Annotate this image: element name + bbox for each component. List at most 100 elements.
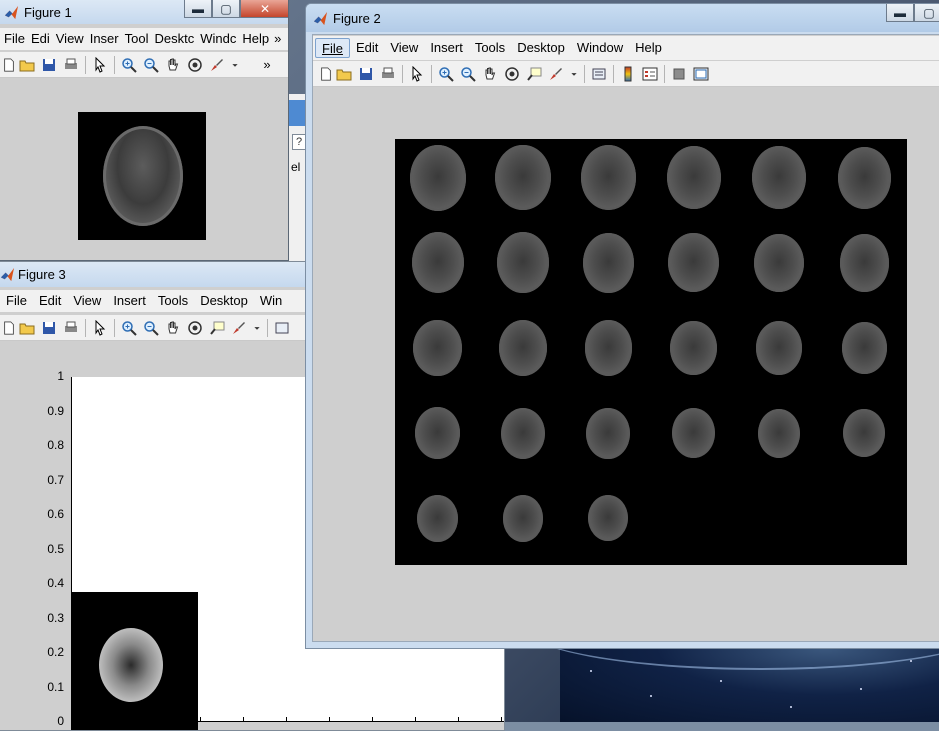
save-icon[interactable] [38,317,60,339]
link-plot-icon[interactable] [271,317,293,339]
matlab-logo-icon [313,11,328,26]
menu-window[interactable]: Win [254,291,288,311]
brush-icon[interactable] [206,54,228,76]
y-tick-label: 0.5 [47,541,64,556]
mri-slice [409,144,466,211]
menu-view[interactable]: View [384,38,424,58]
menu-insert[interactable]: Insert [424,38,469,58]
show-plot-tools-icon[interactable] [690,63,712,85]
menu-edit[interactable]: Edit [33,291,67,311]
pan-hand-icon[interactable] [162,54,184,76]
save-icon[interactable] [355,63,377,85]
menu-help[interactable]: Help [629,38,668,58]
y-tick-label: 0 [57,714,64,728]
hide-plot-tools-icon[interactable] [668,63,690,85]
menu-view[interactable]: View [53,29,87,49]
menu-tools[interactable]: Tool [122,29,152,49]
rotate-3d-icon[interactable] [184,317,206,339]
data-cursor-icon[interactable] [206,317,228,339]
menu-edit[interactable]: Edit [350,38,384,58]
rotate-3d-icon[interactable] [501,63,523,85]
zoom-in-icon[interactable] [118,54,140,76]
minimize-button[interactable]: ▬ [886,4,914,22]
open-file-icon[interactable] [16,317,38,339]
menu-view[interactable]: View [67,291,107,311]
close-button[interactable]: ✕ [240,0,288,18]
x-tick-mark [501,717,502,722]
brush-icon[interactable] [545,63,567,85]
new-figure-icon[interactable] [2,317,16,339]
print-icon[interactable] [377,63,399,85]
new-figure-icon[interactable] [2,54,16,76]
menu-window[interactable]: Windc [197,29,239,49]
mri-slice [497,232,549,294]
legend-icon[interactable] [639,63,661,85]
dropdown-arrow-icon[interactable] [228,54,242,76]
mri-slice [666,145,721,210]
menu-tools[interactable]: Tools [469,38,511,58]
menu-tools[interactable]: Tools [152,291,194,311]
figure2-menubar: File Edit View Insert Tools Desktop Wind… [313,36,939,60]
menu-file[interactable]: File [0,29,28,49]
y-tick-label: 1 [57,369,64,383]
save-icon[interactable] [38,54,60,76]
pan-hand-icon[interactable] [479,63,501,85]
dropdown-arrow-icon[interactable] [250,317,264,339]
figure3-mri-image [71,592,198,730]
x-tick-mark [286,717,287,722]
menu-insert[interactable]: Inser [87,29,122,49]
menu-desktop[interactable]: Desktc [151,29,197,49]
zoom-in-icon[interactable] [118,317,140,339]
menu-help[interactable]: Help [239,29,272,49]
new-figure-icon[interactable] [319,63,333,85]
mri-slice [584,320,633,376]
print-icon[interactable] [60,54,82,76]
print-icon[interactable] [60,317,82,339]
zoom-out-icon[interactable] [140,317,162,339]
data-cursor-icon[interactable] [523,63,545,85]
x-tick-mark [200,717,201,722]
mri-slice [670,320,718,376]
figure1-titlebar[interactable]: Figure 1 ▬ ▢ ✕ [0,0,288,24]
menu-overflow-chevron-icon[interactable]: » [272,29,283,49]
menu-edit[interactable]: Edi [28,29,53,49]
edit-plot-cursor-icon[interactable] [406,63,428,85]
figure2-titlebar[interactable]: Figure 2 ▬ ▢ [306,4,939,32]
dropdown-arrow-icon[interactable] [567,63,581,85]
figure2-mri-montage [395,139,907,565]
link-plot-icon[interactable] [588,63,610,85]
mri-slice [495,144,551,211]
maximize-button[interactable]: ▢ [914,4,939,22]
zoom-out-icon[interactable] [140,54,162,76]
matlab-logo-icon [4,5,19,20]
rotate-3d-icon[interactable] [184,54,206,76]
maximize-button[interactable]: ▢ [212,0,240,18]
menu-desktop[interactable]: Desktop [511,38,571,58]
minimize-button[interactable]: ▬ [184,0,212,18]
help-icon: ? [292,134,306,150]
menu-desktop[interactable]: Desktop [194,291,254,311]
toolbar-overflow-chevron-icon[interactable]: » [260,54,274,76]
open-file-icon[interactable] [333,63,355,85]
y-tick-label: 0.9 [47,403,64,418]
zoom-in-icon[interactable] [435,63,457,85]
open-file-icon[interactable] [16,54,38,76]
brush-icon[interactable] [228,317,250,339]
figure2-toolbar [313,61,939,87]
menu-file[interactable]: File [0,291,33,311]
figure2-window: Figure 2 ▬ ▢ File Edit View Insert Tools… [305,3,939,649]
mri-slice [499,320,547,376]
menu-window[interactable]: Window [571,38,629,58]
figure3-title: Figure 3 [18,267,66,282]
edit-plot-cursor-icon[interactable] [89,54,111,76]
menu-insert[interactable]: Insert [107,291,152,311]
menu-file[interactable]: File [315,38,350,58]
pan-hand-icon[interactable] [162,317,184,339]
figure2-client: File Edit View Insert Tools Desktop Wind… [312,34,939,642]
y-tick-label: 0.8 [47,438,64,452]
colorbar-icon[interactable] [617,63,639,85]
zoom-out-icon[interactable] [457,63,479,85]
y-tick-label: 0.7 [47,472,64,487]
edit-plot-cursor-icon[interactable] [89,317,111,339]
mri-slice [502,495,544,542]
